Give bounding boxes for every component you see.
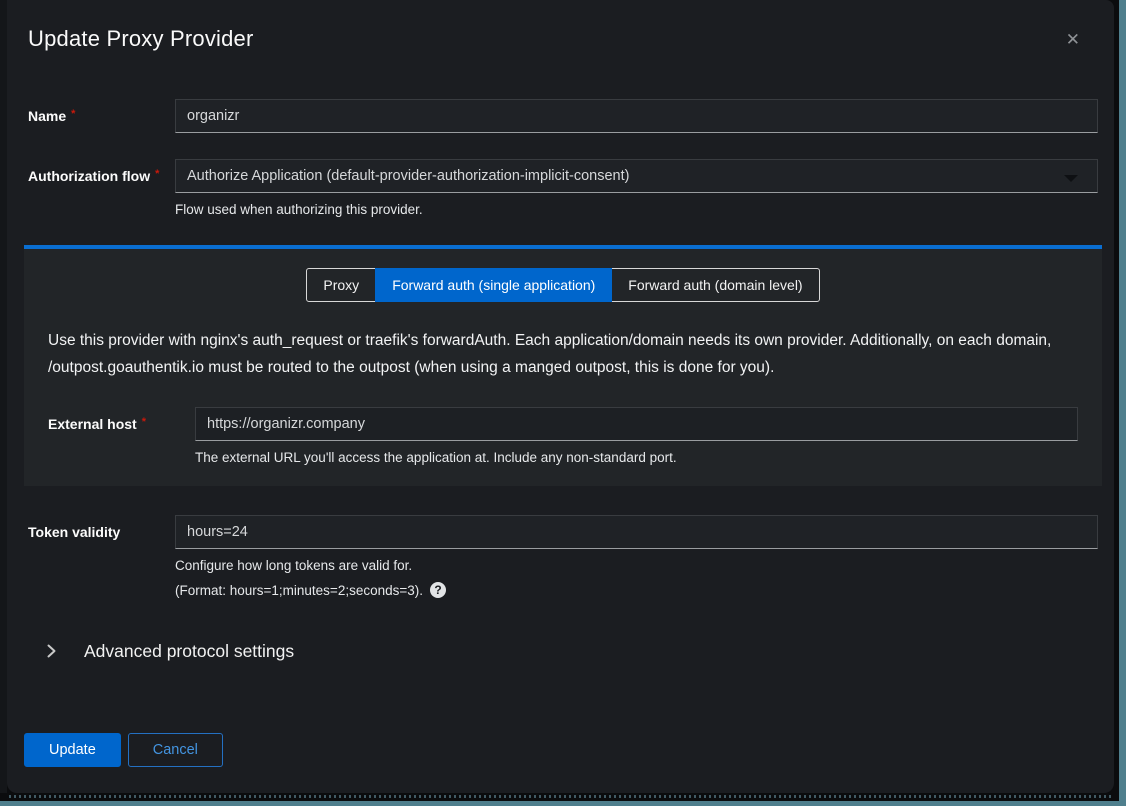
external-host-label: External host* xyxy=(48,407,195,432)
tab-forward-auth-single-application[interactable]: Forward auth (single application) xyxy=(375,268,612,302)
external-host-help: The external URL you'll access the appli… xyxy=(195,449,1078,467)
close-icon[interactable]: ✕ xyxy=(1066,32,1080,49)
modal-actions: Update Cancel xyxy=(24,733,1098,767)
window-edge-dither xyxy=(6,795,1112,798)
name-label: Name* xyxy=(28,99,175,124)
update-proxy-provider-modal: Update Proxy Provider ✕ Name* Authorizat… xyxy=(7,0,1114,793)
advanced-protocol-settings-toggle[interactable]: Advanced protocol settings xyxy=(46,636,1098,666)
external-host-row: External host* The external URL you'll a… xyxy=(48,407,1078,467)
token-validity-row: Token validity Configure how long tokens… xyxy=(28,515,1098,598)
authorization-flow-help: Flow used when authorizing this provider… xyxy=(175,201,1098,219)
screenshot-frame: Update Proxy Provider ✕ Name* Authorizat… xyxy=(0,0,1126,806)
tab-proxy[interactable]: Proxy xyxy=(306,268,376,302)
authorization-flow-selected-value: Authorize Application (default-provider-… xyxy=(187,168,629,184)
authorization-flow-select[interactable]: Authorize Application (default-provider-… xyxy=(175,159,1098,193)
required-asterisk: * xyxy=(155,168,159,180)
tab-forward-auth-domain-level[interactable]: Forward auth (domain level) xyxy=(611,268,819,302)
token-validity-help: Configure how long tokens are valid for. xyxy=(175,557,1098,575)
authorization-flow-label: Authorization flow* xyxy=(28,159,175,184)
name-input[interactable] xyxy=(175,99,1098,133)
token-validity-label: Token validity xyxy=(28,515,175,540)
external-host-input[interactable] xyxy=(195,407,1078,441)
update-button[interactable]: Update xyxy=(24,733,121,767)
modal-title: Update Proxy Provider xyxy=(28,26,1098,52)
token-validity-input[interactable] xyxy=(175,515,1098,549)
required-asterisk: * xyxy=(142,416,146,428)
cancel-button[interactable]: Cancel xyxy=(128,733,223,767)
chevron-down-icon xyxy=(1064,175,1078,182)
name-field-row: Name* xyxy=(28,99,1098,133)
chevron-right-icon xyxy=(46,642,57,660)
advanced-protocol-settings-label: Advanced protocol settings xyxy=(84,641,294,662)
modal-header: Update Proxy Provider ✕ xyxy=(28,0,1098,52)
proxy-mode-toggle-group: Proxy Forward auth (single application) … xyxy=(48,268,1078,302)
question-circle-icon[interactable]: ? xyxy=(430,582,446,598)
required-asterisk: * xyxy=(71,108,75,120)
token-validity-format-help: (Format: hours=1;minutes=2;seconds=3). ? xyxy=(175,582,1098,598)
proxy-mode-card: Proxy Forward auth (single application) … xyxy=(24,249,1102,486)
background-page-sliver xyxy=(0,0,7,793)
authorization-flow-row: Authorization flow* Authorize Applicatio… xyxy=(28,159,1098,219)
forward-auth-description: Use this provider with nginx's auth_requ… xyxy=(48,328,1078,381)
